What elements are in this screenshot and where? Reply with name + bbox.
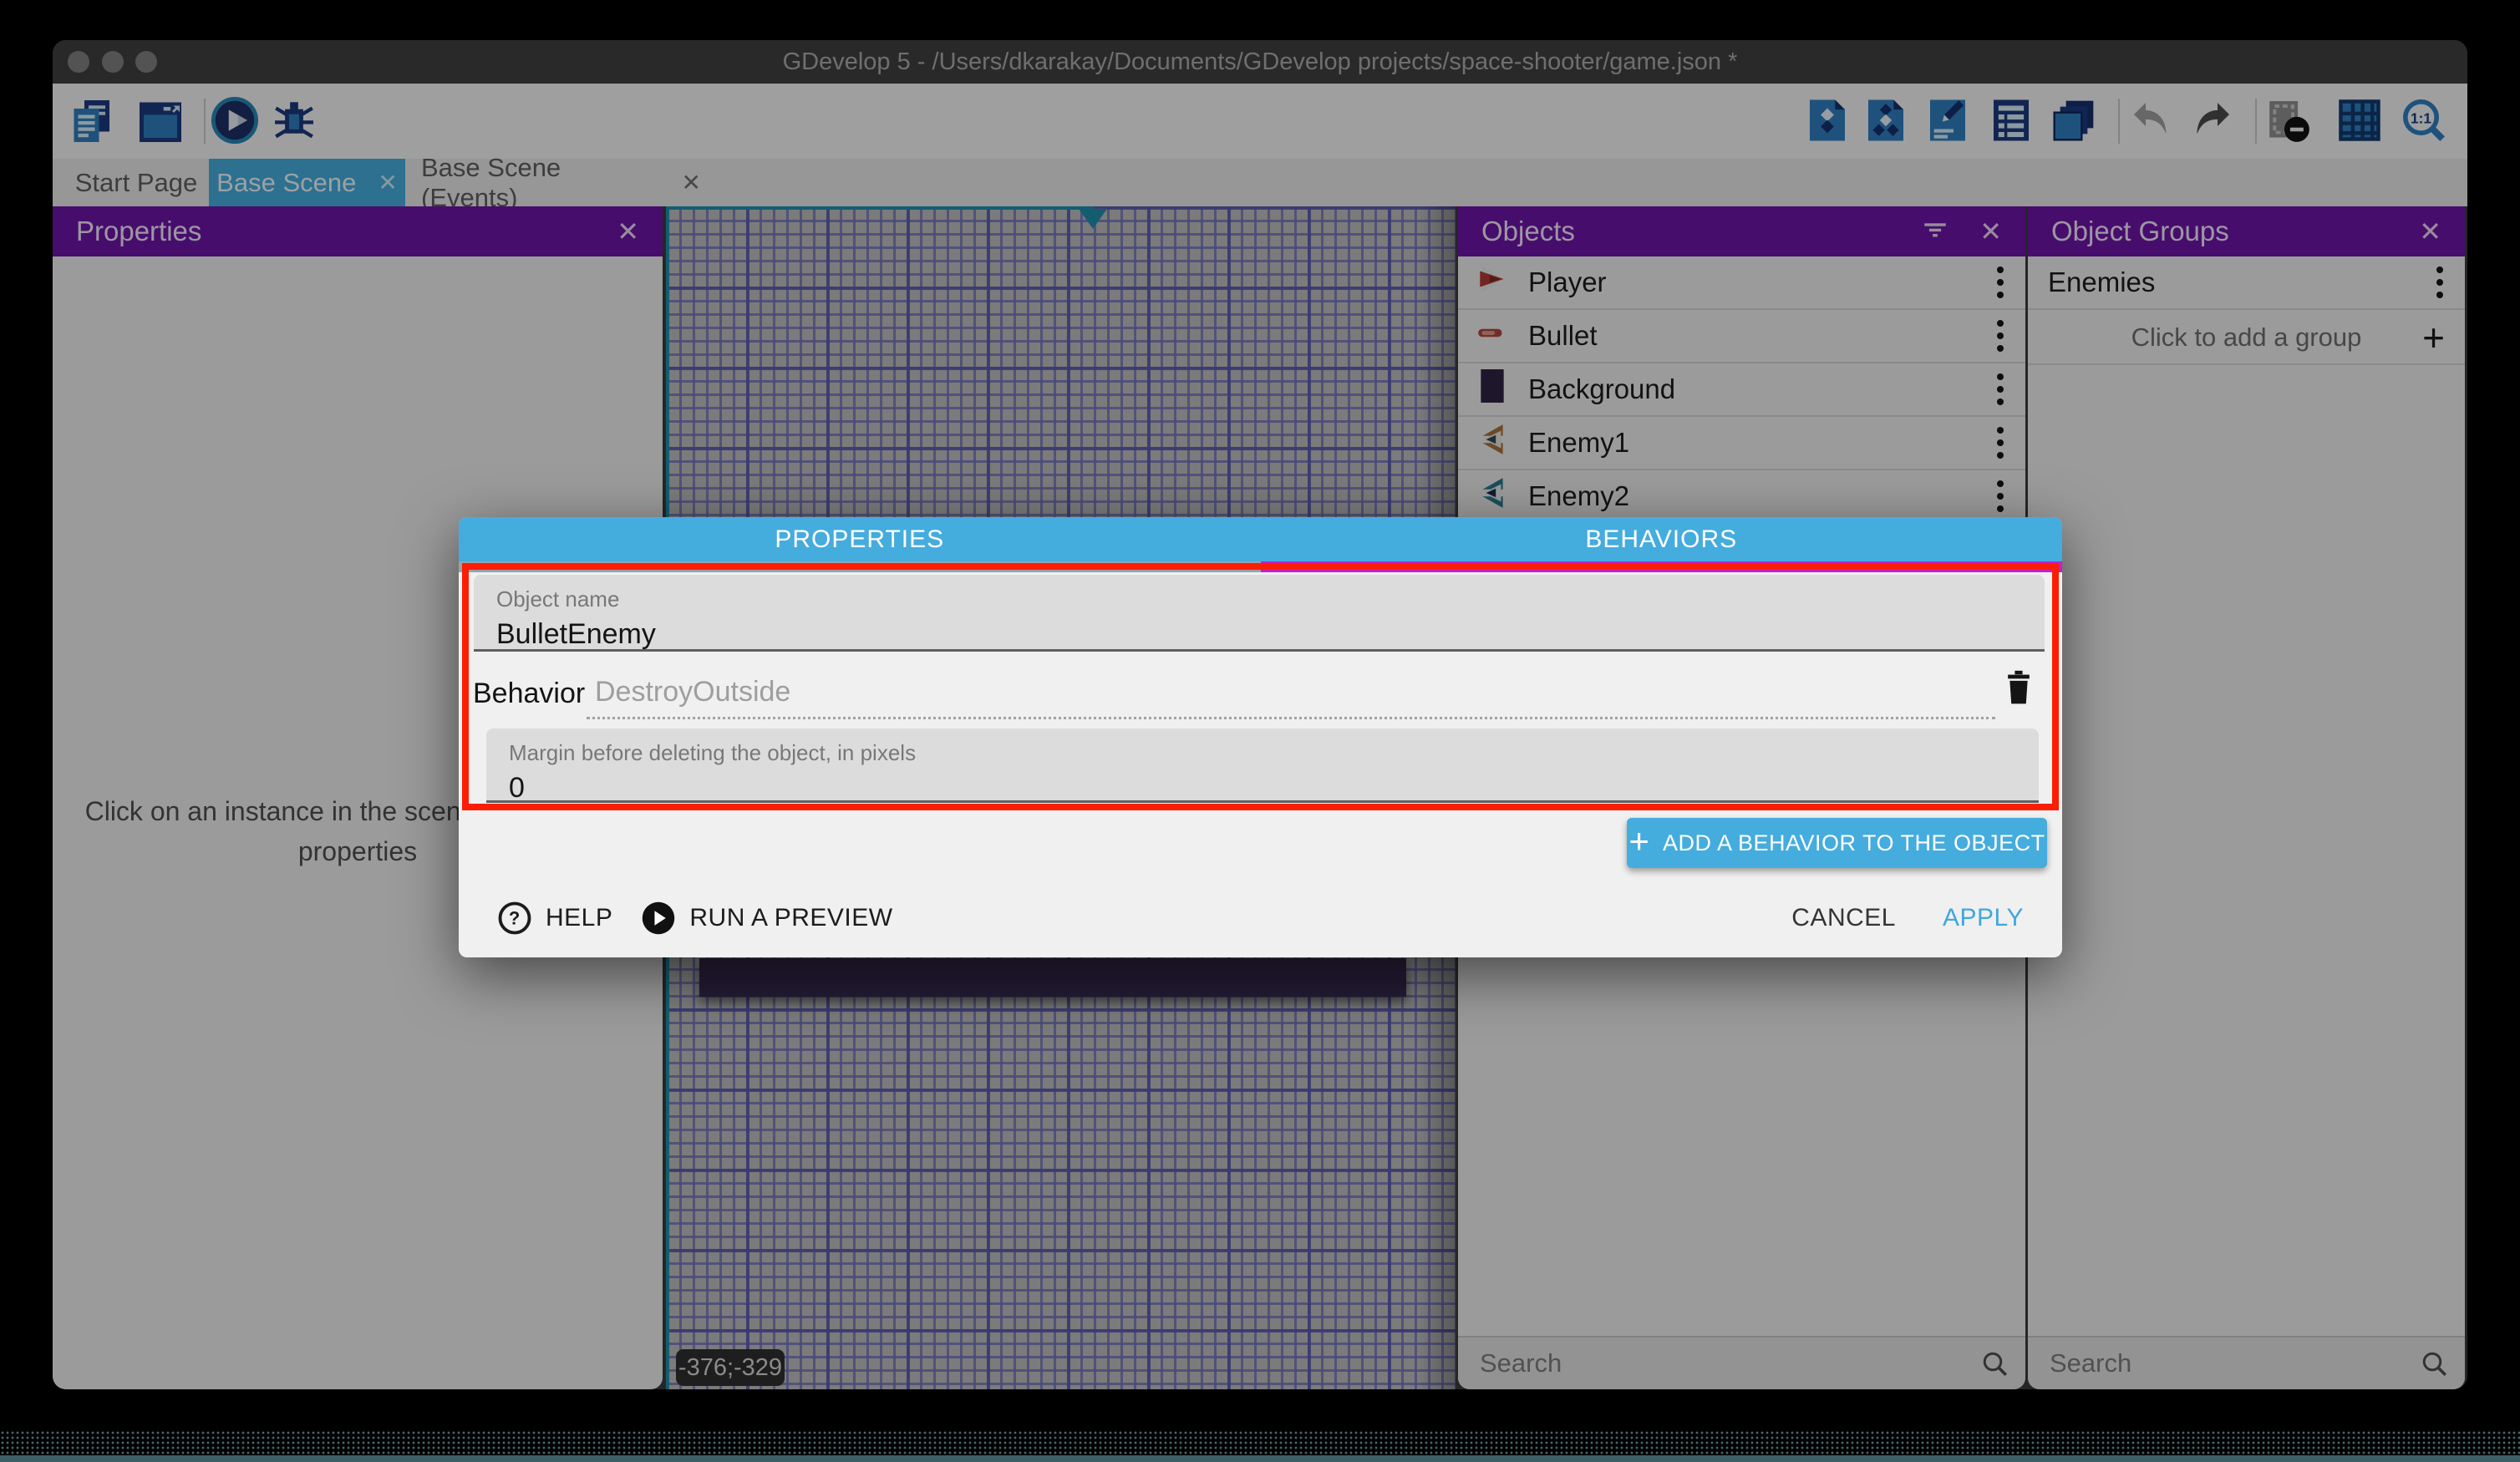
play-circle-icon <box>641 901 676 936</box>
annotation-red-box <box>462 563 2059 810</box>
desktop-texture-line <box>0 1455 2520 1462</box>
run-preview-button[interactable]: RUN A PREVIEW <box>641 901 892 936</box>
apply-button[interactable]: APPLY <box>1943 904 2024 932</box>
add-behavior-button[interactable]: + ADD A BEHAVIOR TO THE OBJECT <box>1627 818 2047 868</box>
dialog-actions: ? HELP RUN A PREVIEW CANCEL APPLY <box>459 893 2062 943</box>
dialog-tab-properties[interactable]: PROPERTIES <box>459 517 1261 561</box>
cancel-button[interactable]: CANCEL <box>1791 904 1896 932</box>
dialog-tab-behaviors[interactable]: BEHAVIORS <box>1261 517 2063 561</box>
help-circle-icon: ? <box>497 901 532 936</box>
svg-text:?: ? <box>509 908 521 929</box>
help-button[interactable]: ? HELP <box>497 901 612 936</box>
plus-icon: + <box>1628 821 1649 861</box>
dialog-tab-bar: PROPERTIES BEHAVIORS <box>459 517 2062 561</box>
screenshot-root: GDevelop 5 - /Users/dkarakay/Documents/G… <box>0 0 2520 1462</box>
